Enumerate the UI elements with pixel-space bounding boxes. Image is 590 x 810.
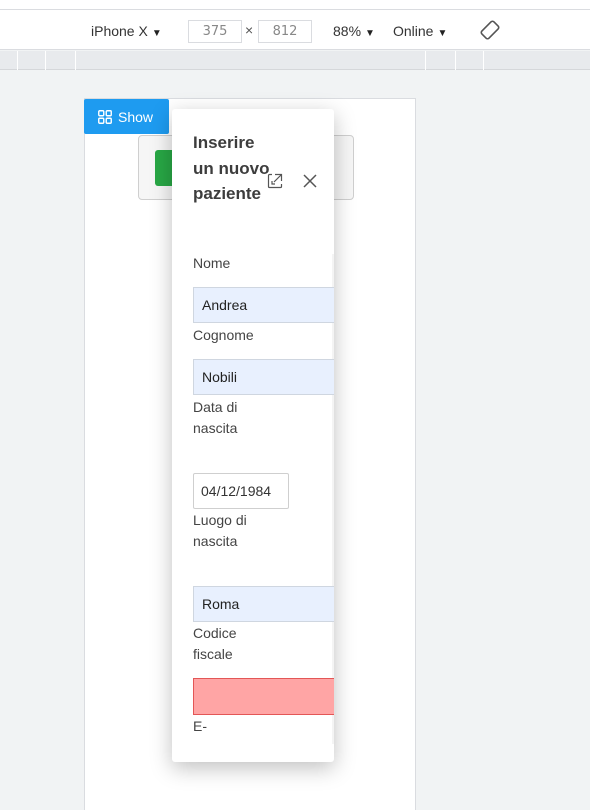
height-input[interactable]: 812	[258, 20, 312, 43]
luogo-nascita-input[interactable]: Roma	[193, 586, 334, 622]
ruler-segment	[75, 51, 76, 70]
network-throttle-select[interactable]: Online ▼	[393, 23, 447, 39]
scroll-track	[332, 254, 334, 744]
grid-icon	[98, 109, 112, 124]
device-name: iPhone X	[91, 23, 148, 39]
data-nascita-label: Data di nascita	[193, 399, 238, 436]
device-toolbar: iPhone X ▼ 375 × 812 88% ▼ Online ▼	[0, 10, 590, 50]
cognome-label: Cognome	[193, 327, 254, 343]
device-select[interactable]: iPhone X ▼	[91, 23, 162, 39]
chevron-down-icon: ▼	[151, 28, 162, 39]
dialog-title: Inserire un nuovo paziente	[193, 133, 270, 203]
media-query-bar	[0, 51, 590, 70]
show-button-label: Show	[118, 108, 154, 125]
network-value: Online	[393, 23, 434, 39]
zoom-value: 88%	[333, 23, 362, 39]
chevron-down-icon: ▼	[437, 28, 448, 39]
nome-input[interactable]: Andrea	[193, 287, 334, 323]
ruler-segment	[17, 51, 18, 70]
ruler-segment	[483, 51, 484, 70]
nome-label: Nome	[193, 255, 231, 271]
devtools-top-strip	[0, 0, 590, 10]
expand-icon[interactable]	[267, 173, 283, 189]
ruler-segment	[45, 51, 46, 70]
rotate-icon[interactable]	[480, 20, 500, 40]
ruler-segment	[455, 51, 456, 70]
show-button[interactable]: Show	[84, 99, 169, 134]
zoom-select[interactable]: 88% ▼	[333, 23, 375, 39]
close-icon[interactable]	[302, 173, 318, 189]
cognome-input[interactable]: Nobili	[193, 359, 334, 395]
codice-fiscale-label: Codice fiscale	[193, 625, 237, 662]
new-patient-dialog: Inserire un nuovo paziente Nome Andrea C…	[172, 109, 334, 762]
codice-fiscale-input[interactable]	[193, 678, 334, 715]
ruler-segment	[425, 51, 426, 70]
email-label: E-mail	[193, 718, 212, 744]
luogo-nascita-label: Luogo di nascita	[193, 512, 247, 549]
chevron-down-icon: ▼	[365, 28, 375, 39]
dimension-separator: ×	[245, 22, 254, 38]
data-nascita-input[interactable]: 04/12/1984	[193, 473, 289, 509]
width-input[interactable]: 375	[188, 20, 242, 43]
